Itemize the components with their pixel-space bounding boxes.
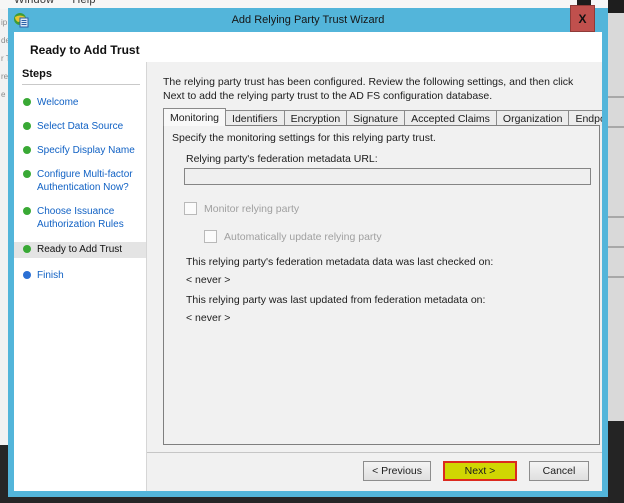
- step-status-dot: [23, 146, 31, 154]
- last-checked-label: This relying party's federation metadata…: [186, 256, 493, 268]
- last-checked-value: < never >: [186, 274, 230, 286]
- sidebar-item-ready-to-add-trust[interactable]: Ready to Add Trust: [14, 242, 146, 258]
- background-menu-items: Window Help: [14, 0, 114, 6]
- step-status-dot: [23, 98, 31, 106]
- steps-list: Welcome Select Data Source Specify Display…: [22, 96, 140, 282]
- intro-text: The relying party trust has been configu…: [163, 75, 588, 103]
- button-bar: < Previous Next > Cancel: [147, 452, 602, 491]
- background-right-dark-edge: [608, 0, 624, 13]
- monitor-relying-party-label: Monitor relying party: [204, 203, 299, 215]
- step-label: Specify Display Name: [37, 144, 135, 157]
- background-row-divider: [608, 96, 624, 98]
- step-label: Welcome: [37, 96, 79, 109]
- background-menu-help[interactable]: Help: [72, 0, 95, 6]
- steps-header: Steps: [22, 68, 140, 85]
- previous-button[interactable]: < Previous: [363, 461, 431, 481]
- background-row-divider: [608, 276, 624, 278]
- sidebar-item-select-data-source[interactable]: Select Data Source: [22, 120, 140, 133]
- metadata-url-input[interactable]: [184, 168, 591, 185]
- last-updated-value: < never >: [186, 312, 230, 324]
- step-status-dot: [23, 170, 31, 178]
- sidebar-item-choose-issuance-authorization-rules[interactable]: Choose Issuance Authorization Rules: [22, 205, 140, 231]
- sidebar-item-finish[interactable]: Finish: [22, 269, 140, 282]
- background-right-panel: [608, 0, 624, 503]
- page-title: Ready to Add Trust: [14, 32, 602, 62]
- step-label: Select Data Source: [37, 120, 123, 133]
- background-taskbar: [608, 421, 624, 503]
- background-menu-window[interactable]: Window: [14, 0, 54, 6]
- auto-update-label: Automatically update relying party: [224, 231, 382, 243]
- sidebar-item-specify-display-name[interactable]: Specify Display Name: [22, 144, 140, 157]
- tab-organization[interactable]: Organization: [496, 110, 570, 126]
- step-label: Configure Multi-factor Authentication No…: [37, 168, 140, 194]
- sidebar-item-welcome[interactable]: Welcome: [22, 96, 140, 109]
- tab-strip: MonitoringIdentifiersEncryptionSignature…: [163, 108, 600, 126]
- step-status-dot: [23, 207, 31, 215]
- background-row-divider: [608, 246, 624, 248]
- tab-encryption[interactable]: Encryption: [284, 110, 348, 126]
- steps-sidebar: Steps Welcome Select Data Source Specify D…: [14, 62, 147, 491]
- monitoring-instruction: Specify the monitoring settings for this…: [172, 132, 436, 144]
- auto-update-checkbox[interactable]: [204, 230, 217, 243]
- background-text-fragment: re: [1, 72, 8, 81]
- tab-monitoring[interactable]: Monitoring: [163, 108, 226, 126]
- step-label: Ready to Add Trust: [37, 243, 122, 256]
- cancel-button[interactable]: Cancel: [529, 461, 589, 481]
- step-status-dot: [23, 271, 31, 279]
- tab-endpoints[interactable]: Endpoints: [568, 110, 602, 126]
- monitoring-panel: Specify the monitoring settings for this…: [163, 125, 600, 445]
- content-pane: The relying party trust has been configu…: [147, 62, 602, 491]
- step-status-dot: [23, 122, 31, 130]
- monitor-relying-party-checkbox[interactable]: [184, 202, 197, 215]
- step-label: Finish: [37, 269, 64, 282]
- step-status-dot: [23, 245, 31, 253]
- close-button[interactable]: X: [570, 5, 595, 32]
- background-text-fragment: de: [1, 36, 8, 45]
- background-text-fragment: e: [1, 90, 8, 99]
- background-text-fragment: r T: [1, 54, 8, 63]
- tab-identifiers[interactable]: Identifiers: [225, 110, 285, 126]
- wizard-dialog: Add Relying Party Trust Wizard X Ready t…: [8, 8, 608, 497]
- background-row-divider: [608, 216, 624, 218]
- window-title: Add Relying Party Trust Wizard: [8, 14, 608, 26]
- metadata-url-label: Relying party's federation metadata URL:: [186, 153, 378, 165]
- sidebar-item-configure-multi-factor-authentication-now[interactable]: Configure Multi-factor Authentication No…: [22, 168, 140, 194]
- tab-accepted-claims[interactable]: Accepted Claims: [404, 110, 497, 126]
- background-text-fragment: ip: [1, 18, 8, 27]
- next-button[interactable]: Next >: [443, 461, 517, 481]
- step-label: Choose Issuance Authorization Rules: [37, 205, 140, 231]
- background-row-divider: [608, 126, 624, 128]
- tab-signature[interactable]: Signature: [346, 110, 405, 126]
- last-updated-label: This relying party was last updated from…: [186, 294, 485, 306]
- dialog-body: Ready to Add Trust Steps Welcome Select D…: [14, 32, 602, 491]
- titlebar[interactable]: Add Relying Party Trust Wizard X: [8, 8, 608, 32]
- background-left-strip: ip de r T re e: [0, 9, 8, 445]
